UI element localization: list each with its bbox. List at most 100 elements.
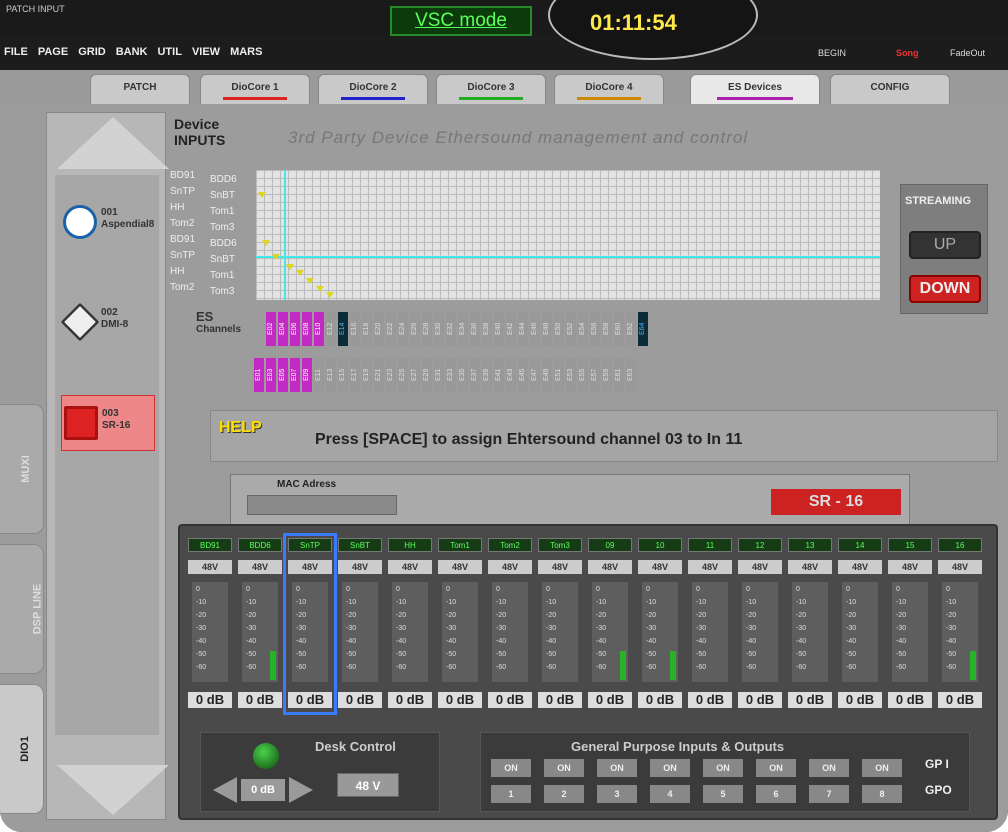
es-channel-e57[interactable]: E57 bbox=[590, 358, 600, 392]
es-channel-e41[interactable]: E41 bbox=[494, 358, 504, 392]
tab-diocore-1[interactable]: DioCore 1 bbox=[200, 74, 310, 104]
es-channel-e52[interactable]: E52 bbox=[566, 312, 576, 346]
es-channel-e44[interactable]: E44 bbox=[518, 312, 528, 346]
device-item-002[interactable]: 002 DMI-8 bbox=[60, 295, 155, 351]
mixer-channel-14[interactable]: 14 48V 0 -10 -20 -30 -40 -50 -60 0 dB bbox=[838, 538, 882, 710]
gpo-button-3[interactable]: 3 bbox=[597, 785, 637, 803]
channel-gain[interactable]: 0 dB bbox=[888, 692, 932, 708]
es-channel-e09[interactable]: E09 bbox=[302, 358, 312, 392]
es-channel-e03[interactable]: E03 bbox=[266, 358, 276, 392]
es-channel-e46[interactable]: E46 bbox=[530, 312, 540, 346]
es-channel-e48[interactable]: E48 bbox=[542, 312, 552, 346]
es-channel-e43[interactable]: E43 bbox=[506, 358, 516, 392]
gain-decrease-arrow-icon[interactable] bbox=[213, 777, 237, 803]
menu-item-mars[interactable]: MARS bbox=[230, 46, 262, 58]
es-channel-e62[interactable]: E62 bbox=[626, 312, 636, 346]
phantom-power-toggle[interactable]: 48V bbox=[688, 560, 732, 574]
menu-item-util[interactable]: UTIL bbox=[157, 46, 181, 58]
song-button[interactable]: Song bbox=[896, 48, 919, 58]
es-channel-e23[interactable]: E23 bbox=[386, 358, 396, 392]
mixer-channel-11[interactable]: 11 48V 0 -10 -20 -30 -40 -50 -60 0 dB bbox=[688, 538, 732, 710]
es-channel-e02[interactable]: E02 bbox=[266, 312, 276, 346]
es-channel-e17[interactable]: E17 bbox=[350, 358, 360, 392]
phantom-power-toggle[interactable]: 48V bbox=[288, 560, 332, 574]
gpi-button-1[interactable]: ON bbox=[491, 759, 531, 777]
device-item-001[interactable]: 001 Aspendial8 bbox=[61, 195, 155, 251]
channel-gain[interactable]: 0 dB bbox=[388, 692, 432, 708]
es-channel-e25[interactable]: E25 bbox=[398, 358, 408, 392]
es-channel-e64[interactable]: E64 bbox=[638, 312, 648, 346]
es-channel-e45[interactable]: E45 bbox=[518, 358, 528, 392]
channel-gain[interactable]: 0 dB bbox=[938, 692, 982, 708]
es-channel-e11[interactable]: E11 bbox=[314, 358, 324, 392]
side-tab-dio1[interactable]: DIO1 bbox=[0, 684, 44, 814]
scroll-up-arrow-icon[interactable] bbox=[57, 117, 169, 169]
mixer-channel-5[interactable]: HH 48V 0 -10 -20 -30 -40 -50 -60 0 dB bbox=[388, 538, 432, 710]
tab-es-devices[interactable]: ES Devices bbox=[690, 74, 820, 104]
phantom-power-toggle[interactable]: 48V bbox=[338, 560, 382, 574]
phantom-power-toggle[interactable]: 48V bbox=[538, 560, 582, 574]
route-marker[interactable] bbox=[326, 292, 334, 298]
es-channel-e27[interactable]: E27 bbox=[410, 358, 420, 392]
menu-item-view[interactable]: VIEW bbox=[192, 46, 220, 58]
menu-item-file[interactable]: FILE bbox=[4, 46, 28, 58]
phantom-power-toggle[interactable]: 48V bbox=[588, 560, 632, 574]
mixer-channel-12[interactable]: 12 48V 0 -10 -20 -30 -40 -50 -60 0 dB bbox=[738, 538, 782, 710]
channel-gain[interactable]: 0 dB bbox=[688, 692, 732, 708]
menu-item-page[interactable]: PAGE bbox=[38, 46, 68, 58]
gpi-button-7[interactable]: ON bbox=[809, 759, 849, 777]
gain-knob[interactable] bbox=[253, 743, 279, 769]
gpi-button-2[interactable]: ON bbox=[544, 759, 584, 777]
gpi-button-8[interactable]: ON bbox=[862, 759, 902, 777]
device-item-003[interactable]: 003 SR-16 bbox=[61, 395, 155, 451]
mixer-channel-7[interactable]: Tom2 48V 0 -10 -20 -30 -40 -50 -60 0 dB bbox=[488, 538, 532, 710]
es-channel-e30[interactable]: E30 bbox=[434, 312, 444, 346]
mixer-channel-16[interactable]: 16 48V 0 -10 -20 -30 -40 -50 -60 0 dB bbox=[938, 538, 982, 710]
gpi-button-6[interactable]: ON bbox=[756, 759, 796, 777]
gpi-button-3[interactable]: ON bbox=[597, 759, 637, 777]
begin-button[interactable]: BEGIN bbox=[818, 48, 846, 58]
channel-gain[interactable]: 0 dB bbox=[788, 692, 832, 708]
es-channel-e10[interactable]: E10 bbox=[314, 312, 324, 346]
channel-gain[interactable]: 0 dB bbox=[488, 692, 532, 708]
es-channel-e51[interactable]: E51 bbox=[554, 358, 564, 392]
phantom-power-toggle[interactable]: 48V bbox=[938, 560, 982, 574]
fadeout-button[interactable]: FadeOut bbox=[950, 48, 985, 58]
channel-gain[interactable]: 0 dB bbox=[538, 692, 582, 708]
mixer-channel-10[interactable]: 10 48V 0 -10 -20 -30 -40 -50 -60 0 dB bbox=[638, 538, 682, 710]
es-channel-e12[interactable]: E12 bbox=[326, 312, 336, 346]
phantom-power-toggle[interactable]: 48V bbox=[838, 560, 882, 574]
phantom-power-toggle[interactable]: 48V bbox=[238, 560, 282, 574]
es-channel-e50[interactable]: E50 bbox=[554, 312, 564, 346]
phantom-power-toggle[interactable]: 48V bbox=[788, 560, 832, 574]
mixer-channel-4[interactable]: SnBT 48V 0 -10 -20 -30 -40 -50 -60 0 dB bbox=[338, 538, 382, 710]
gpo-button-2[interactable]: 2 bbox=[544, 785, 584, 803]
mixer-channel-9[interactable]: 09 48V 0 -10 -20 -30 -40 -50 -60 0 dB bbox=[588, 538, 632, 710]
es-channel-e53[interactable]: E53 bbox=[566, 358, 576, 392]
mixer-channel-1[interactable]: BD91 48V 0 -10 -20 -30 -40 -50 -60 0 dB bbox=[188, 538, 232, 710]
es-channel-e05[interactable]: E05 bbox=[278, 358, 288, 392]
es-channel-e04[interactable]: E04 bbox=[278, 312, 288, 346]
route-marker[interactable] bbox=[258, 192, 266, 198]
gpo-button-5[interactable]: 5 bbox=[703, 785, 743, 803]
gpo-button-8[interactable]: 8 bbox=[862, 785, 902, 803]
es-channel-e15[interactable]: E15 bbox=[338, 358, 348, 392]
routing-grid[interactable] bbox=[256, 170, 880, 300]
phantom-power-toggle[interactable]: 48V bbox=[488, 560, 532, 574]
mixer-channel-2[interactable]: BDD6 48V 0 -10 -20 -30 -40 -50 -60 0 dB bbox=[238, 538, 282, 710]
es-channel-e29[interactable]: E29 bbox=[422, 358, 432, 392]
gpi-button-5[interactable]: ON bbox=[703, 759, 743, 777]
menu-item-grid[interactable]: GRID bbox=[78, 46, 106, 58]
es-channel-e35[interactable]: E35 bbox=[458, 358, 468, 392]
route-marker[interactable] bbox=[306, 278, 314, 284]
channel-gain[interactable]: 0 dB bbox=[188, 692, 232, 708]
route-marker[interactable] bbox=[262, 240, 270, 246]
channel-gain[interactable]: 0 dB bbox=[738, 692, 782, 708]
es-channel-e33[interactable]: E33 bbox=[446, 358, 456, 392]
es-channel-e39[interactable]: E39 bbox=[482, 358, 492, 392]
channel-gain[interactable]: 0 dB bbox=[638, 692, 682, 708]
es-channel-e13[interactable]: E13 bbox=[326, 358, 336, 392]
mixer-channel-8[interactable]: Tom3 48V 0 -10 -20 -30 -40 -50 -60 0 dB bbox=[538, 538, 582, 710]
es-channel-e19[interactable]: E19 bbox=[362, 358, 372, 392]
mixer-channel-13[interactable]: 13 48V 0 -10 -20 -30 -40 -50 -60 0 dB bbox=[788, 538, 832, 710]
